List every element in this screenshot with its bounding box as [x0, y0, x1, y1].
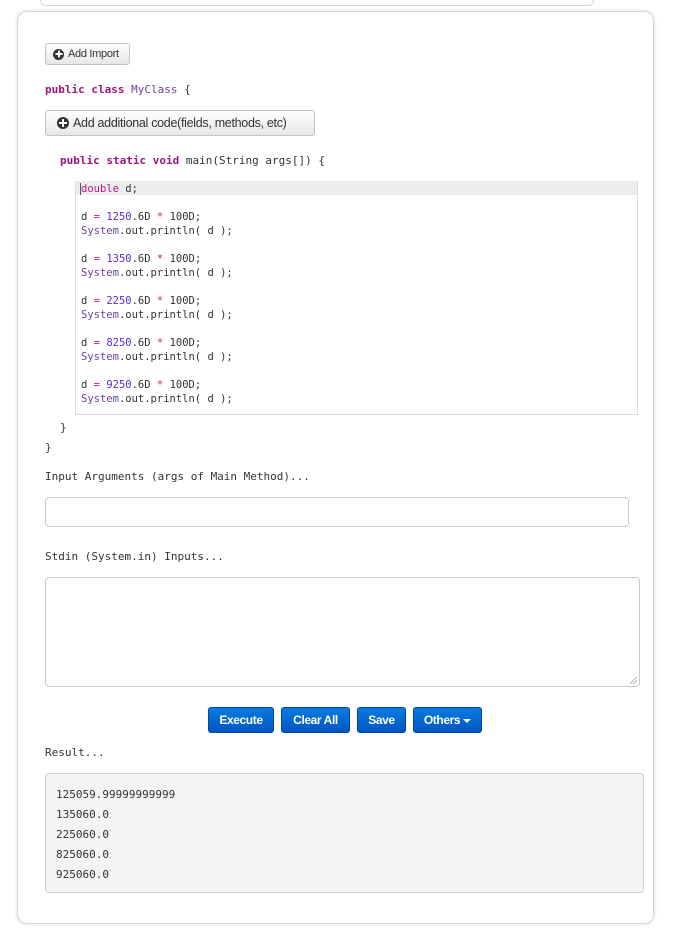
- add-import-label: Add Import: [68, 48, 119, 60]
- add-additional-code-button[interactable]: Add additional code(fields, methods, etc…: [45, 110, 315, 136]
- operator: *: [156, 211, 164, 223]
- variable: d: [81, 253, 88, 265]
- operator: *: [156, 295, 164, 307]
- number-literal: 1350: [106, 253, 132, 265]
- number-literal: 1250: [106, 211, 132, 223]
- class-declaration: public class MyClass {: [45, 83, 191, 96]
- stdin-textarea[interactable]: [45, 577, 640, 687]
- code-text: 100D;: [169, 337, 202, 349]
- code-line: double d;: [81, 182, 138, 196]
- operator: =: [93, 253, 100, 265]
- clear-all-label: Clear All: [293, 713, 338, 727]
- code-line: d = 1250.6D * 100D;: [81, 210, 201, 224]
- number-literal: 9250: [106, 379, 132, 391]
- code-text: 100D;: [169, 295, 202, 307]
- class-ref: System: [81, 309, 119, 321]
- brace: {: [184, 83, 191, 96]
- number-literal: 8250: [106, 337, 132, 349]
- code-text: .out.println( d );: [118, 393, 233, 405]
- code-line: d = 8250.6D * 100D;: [81, 336, 201, 350]
- code-line: System.out.println( d );: [81, 308, 233, 322]
- caret-down-icon: [463, 718, 472, 723]
- result-line: 125059.99999999999: [56, 788, 176, 801]
- number-suffix: .6D: [131, 379, 151, 391]
- class-ref: System: [81, 351, 119, 363]
- variable: d: [81, 379, 88, 391]
- code-text: 100D;: [169, 253, 202, 265]
- code-line: d = 9250.6D * 100D;: [81, 378, 201, 392]
- operator: =: [93, 337, 100, 349]
- add-code-label: Add additional code(fields, methods, etc…: [73, 116, 287, 130]
- operator: =: [93, 379, 100, 391]
- input-arguments-label: Input Arguments (args of Main Method)...: [45, 470, 310, 483]
- number-literal: 2250: [106, 295, 132, 307]
- keyword: static: [106, 154, 147, 167]
- keyword: double: [81, 183, 119, 195]
- class-close-brace: }: [45, 441, 52, 454]
- others-label: Others: [423, 713, 461, 727]
- top-panel-edge: [40, 0, 594, 6]
- operator: *: [156, 379, 164, 391]
- result-line: 925060.0: [56, 868, 109, 881]
- operator: =: [93, 211, 100, 223]
- plus-circle-icon: [53, 48, 64, 60]
- code-text: 100D;: [169, 211, 202, 223]
- keyword: class: [91, 83, 125, 96]
- add-import-button[interactable]: Add Import: [45, 43, 130, 65]
- keyword: public: [60, 154, 100, 167]
- variable: d: [81, 211, 88, 223]
- code-text: .out.println( d );: [118, 225, 233, 237]
- plus-circle-icon: [57, 117, 69, 129]
- number-suffix: .6D: [131, 253, 151, 265]
- operator: *: [156, 337, 164, 349]
- code-line: System.out.println( d );: [81, 392, 233, 406]
- keyword: void: [152, 154, 180, 167]
- execute-button[interactable]: Execute: [208, 707, 274, 733]
- resize-handle-icon[interactable]: [630, 677, 637, 684]
- code-text: .out.println( d );: [118, 267, 233, 279]
- save-button[interactable]: Save: [357, 707, 406, 733]
- variable: d: [81, 295, 88, 307]
- code-text: 100D;: [169, 379, 202, 391]
- result-line: 135060.0: [56, 808, 109, 821]
- result-label: Result...: [45, 746, 105, 759]
- code-line: d = 2250.6D * 100D;: [81, 294, 201, 308]
- code-line: System.out.println( d );: [81, 266, 233, 280]
- class-ref: System: [81, 225, 119, 237]
- result-line: 825060.0: [56, 848, 109, 861]
- number-suffix: .6D: [131, 337, 151, 349]
- input-arguments-field[interactable]: [45, 497, 629, 527]
- class-ref: System: [81, 393, 119, 405]
- main-method-declaration: public static void main(String args[]) {: [60, 154, 325, 167]
- others-dropdown-button[interactable]: Others: [413, 707, 482, 733]
- code-line: System.out.println( d );: [81, 350, 233, 364]
- number-suffix: .6D: [131, 211, 151, 223]
- operator: *: [156, 253, 164, 265]
- operator: =: [93, 295, 100, 307]
- class-ref: System: [81, 267, 119, 279]
- variable: d: [81, 337, 88, 349]
- active-line-highlight: [76, 181, 637, 195]
- keyword: public: [45, 83, 85, 96]
- code-line: d = 1350.6D * 100D;: [81, 252, 201, 266]
- code-editor[interactable]: double d; d = 1250.6D * 100D; System.out.p…: [75, 181, 638, 415]
- class-name: MyClass: [131, 83, 178, 96]
- result-output: 125059.99999999999 135060.0 225060.0 825060…: [45, 773, 644, 893]
- save-label: Save: [368, 713, 395, 727]
- main-method-close-brace: }: [60, 421, 67, 434]
- result-line: 225060.0: [56, 828, 109, 841]
- execute-label: Execute: [219, 713, 263, 727]
- stdin-label: Stdin (System.in) Inputs...: [45, 550, 224, 563]
- code-line: System.out.println( d );: [81, 224, 233, 238]
- method-signature: main(String args[]) {: [185, 154, 325, 167]
- code-text: d;: [118, 183, 138, 195]
- code-text: .out.println( d );: [118, 351, 233, 363]
- clear-all-button[interactable]: Clear All: [281, 707, 350, 733]
- code-text: .out.println( d );: [118, 309, 233, 321]
- number-suffix: .6D: [131, 295, 151, 307]
